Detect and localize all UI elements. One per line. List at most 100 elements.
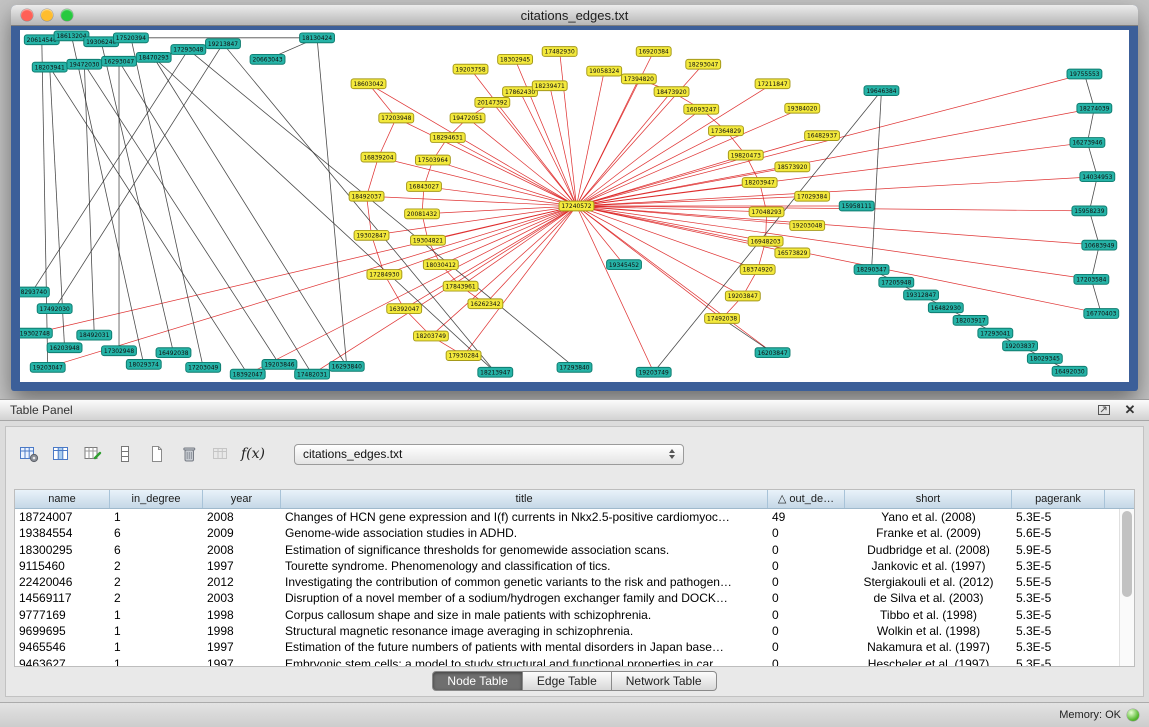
graph-node[interactable]: 17240572 xyxy=(559,201,594,211)
cell-in_degree[interactable]: 6 xyxy=(110,542,203,558)
graph-node[interactable]: 17492038 xyxy=(705,314,740,324)
cell-name[interactable]: 22420046 xyxy=(15,574,110,590)
graph-node[interactable]: 19820473 xyxy=(728,150,763,160)
function-builder-icon[interactable]: f(x) xyxy=(240,442,266,466)
network-file-select[interactable]: citations_edges.txt xyxy=(294,444,684,465)
graph-node[interactable]: 19213847 xyxy=(206,39,241,49)
cell-title[interactable]: Structural magnetic resonance image aver… xyxy=(281,623,768,639)
table-row[interactable]: 1830029562008Estimation of significance … xyxy=(15,542,1119,558)
graph-node[interactable]: 17205948 xyxy=(879,277,914,287)
graph-node[interactable]: 16482937 xyxy=(805,131,840,141)
cell-title[interactable]: Genome-wide association studies in ADHD. xyxy=(281,525,768,541)
graph-node[interactable]: 18302945 xyxy=(498,54,533,64)
graph-node[interactable]: 19203847 xyxy=(725,291,760,301)
cell-pagerank[interactable]: 5.3E-5 xyxy=(1012,607,1105,623)
cell-title[interactable]: Embryonic stem cells: a model to study s… xyxy=(281,656,768,666)
graph-node[interactable]: 17029384 xyxy=(795,191,830,201)
cell-pagerank[interactable]: 5.3E-5 xyxy=(1012,623,1105,639)
column-header-short[interactable]: short xyxy=(845,490,1012,508)
graph-node[interactable]: 16093247 xyxy=(684,104,719,114)
cell-name[interactable]: 9465546 xyxy=(15,639,110,655)
graph-node[interactable]: 19302847 xyxy=(354,230,389,240)
cell-out_degree[interactable]: 0 xyxy=(768,590,845,606)
graph-node[interactable]: 18290347 xyxy=(854,265,889,275)
cell-title[interactable]: Disruption of a novel member of a sodium… xyxy=(281,590,768,606)
table-row[interactable]: 946362711997Embryonic stem cells: a mode… xyxy=(15,656,1119,666)
graph-node[interactable]: 16293047 xyxy=(102,56,137,66)
graph-node[interactable]: 16948203 xyxy=(748,236,783,246)
table-row[interactable]: 1938455462009Genome-wide association stu… xyxy=(15,525,1119,541)
cell-pagerank[interactable]: 5.3E-5 xyxy=(1012,509,1105,525)
window-titlebar[interactable]: citations_edges.txt xyxy=(11,5,1138,26)
show-columns-icon[interactable] xyxy=(48,442,74,466)
cell-in_degree[interactable]: 6 xyxy=(110,525,203,541)
graph-node[interactable]: 18203947 xyxy=(742,178,777,188)
graph-node[interactable]: 17482031 xyxy=(295,369,330,379)
cell-out_degree[interactable]: 49 xyxy=(768,509,845,525)
row-height-icon[interactable] xyxy=(112,442,138,466)
graph-node[interactable]: 19058324 xyxy=(587,66,622,76)
graph-node[interactable]: 18473920 xyxy=(654,87,689,97)
graph-node[interactable]: 16203948 xyxy=(47,343,82,353)
cell-year[interactable]: 1998 xyxy=(203,607,281,623)
table-row[interactable]: 946554611997Estimation of the future num… xyxy=(15,639,1119,655)
delete-table-icon[interactable] xyxy=(176,442,202,466)
new-document-icon[interactable] xyxy=(144,442,170,466)
graph-node[interactable]: 19302748 xyxy=(20,328,52,338)
zoom-button[interactable] xyxy=(61,9,73,21)
cell-out_degree[interactable]: 0 xyxy=(768,525,845,541)
scrollbar-thumb[interactable] xyxy=(1122,511,1132,597)
graph-node[interactable]: 19312847 xyxy=(904,290,939,300)
graph-node[interactable]: 17211847 xyxy=(755,79,790,89)
graph-node[interactable]: 17293041 xyxy=(978,328,1013,338)
network-view[interactable]: 1724057216262342178439611803041219304821… xyxy=(20,30,1129,382)
graph-node[interactable]: 18392047 xyxy=(230,369,265,379)
graph-node[interactable]: 16262342 xyxy=(468,299,503,309)
cell-year[interactable]: 2008 xyxy=(203,509,281,525)
graph-node[interactable]: 18374920 xyxy=(740,265,775,275)
graph-node[interactable]: 20147392 xyxy=(475,97,510,107)
graph-node[interactable]: 18274039 xyxy=(1077,103,1112,113)
cell-in_degree[interactable]: 2 xyxy=(110,590,203,606)
float-panel-icon[interactable] xyxy=(1095,402,1113,418)
cell-year[interactable]: 1997 xyxy=(203,558,281,574)
cell-name[interactable]: 14569117 xyxy=(15,590,110,606)
graph-node[interactable]: 16843027 xyxy=(407,182,442,192)
graph-node[interactable]: 17203049 xyxy=(186,362,221,372)
graph-node[interactable]: 17930284 xyxy=(446,351,481,361)
graph-node[interactable]: 18294631 xyxy=(430,133,465,143)
table-row[interactable]: 977716911998Corpus callosum shape and si… xyxy=(15,607,1119,623)
graph-node[interactable]: 17203584 xyxy=(1074,274,1109,284)
graph-node[interactable]: 18492031 xyxy=(77,330,112,340)
cell-pagerank[interactable]: 5.6E-5 xyxy=(1012,525,1105,541)
cell-year[interactable]: 1997 xyxy=(203,639,281,655)
graph-node[interactable]: 19646384 xyxy=(864,86,899,96)
graph-node[interactable]: 19203837 xyxy=(1003,341,1038,351)
cell-short[interactable]: Jankovic et al. (1997) xyxy=(845,558,1012,574)
cell-pagerank[interactable]: 5.5E-5 xyxy=(1012,574,1105,590)
cell-name[interactable]: 9777169 xyxy=(15,607,110,623)
tab-node-table[interactable]: Node Table xyxy=(432,671,523,691)
graph-node[interactable]: 17284930 xyxy=(367,270,402,280)
cell-pagerank[interactable]: 5.9E-5 xyxy=(1012,542,1105,558)
graph-node[interactable]: 16203847 xyxy=(755,348,790,358)
cell-in_degree[interactable]: 1 xyxy=(110,607,203,623)
cell-title[interactable]: Investigating the contribution of common… xyxy=(281,574,768,590)
graph-node[interactable]: 19203758 xyxy=(453,64,488,74)
graph-node[interactable]: 18213947 xyxy=(478,367,513,377)
cell-short[interactable]: Nakamura et al. (1997) xyxy=(845,639,1012,655)
cell-pagerank[interactable]: 5.3E-5 xyxy=(1012,639,1105,655)
column-header-out_degree[interactable]: △ out_de… xyxy=(768,490,845,508)
cell-pagerank[interactable]: 5.3E-5 xyxy=(1012,590,1105,606)
close-panel-icon[interactable]: ✕ xyxy=(1121,402,1139,418)
minimize-button[interactable] xyxy=(41,9,53,21)
graph-node[interactable]: 17482930 xyxy=(542,47,577,57)
cell-in_degree[interactable]: 2 xyxy=(110,558,203,574)
graph-node[interactable]: 19345452 xyxy=(607,260,642,270)
cell-out_degree[interactable]: 0 xyxy=(768,558,845,574)
graph-node[interactable]: 19472051 xyxy=(450,113,485,123)
graph-node[interactable]: 16920384 xyxy=(636,47,671,57)
cell-short[interactable]: Dudbridge et al. (2008) xyxy=(845,542,1012,558)
cell-short[interactable]: Franke et al. (2009) xyxy=(845,525,1012,541)
graph-node[interactable]: 14034953 xyxy=(1080,172,1115,182)
